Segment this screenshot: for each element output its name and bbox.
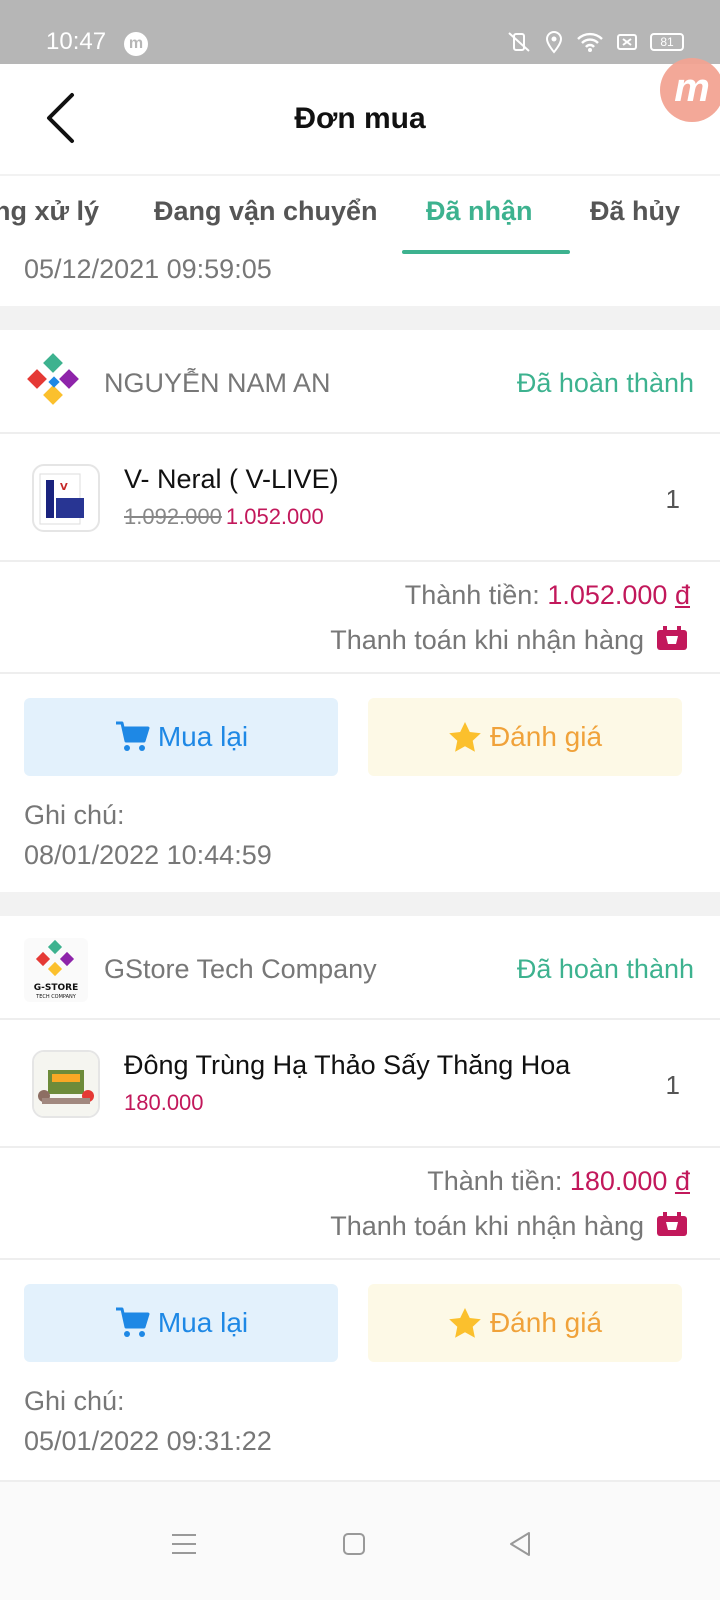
shop-name: GStore Tech Company [104, 954, 377, 984]
currency-symbol: đ [674, 1166, 690, 1196]
previous-order-date: 05/12/2021 09:59:05 [24, 254, 272, 284]
status-icons: 81 [506, 30, 684, 54]
order-total-section: Thành tiền: 1.052.000 đ Thanh toán khi n… [0, 562, 720, 674]
status-bar: 10:47 m 81 [0, 0, 720, 64]
product-price: 180.000 [124, 1090, 204, 1115]
shop-row[interactable]: G-STORE TECH COMPANY GStore Tech Company… [0, 916, 720, 1020]
product-quantity: 1 [665, 484, 680, 514]
shop-name: NGUYỄN NAM AN [104, 368, 331, 398]
total-label: Thành tiền: [404, 580, 540, 610]
star-icon [449, 1308, 481, 1338]
rebuy-button[interactable]: Mua lại [24, 1284, 338, 1362]
svg-text:V: V [60, 482, 68, 493]
home-nav-button[interactable] [334, 1524, 374, 1564]
order-total-section: Thành tiền: 180.000 đ Thanh toán khi nhậ… [0, 1148, 720, 1260]
note-label: Ghi chú: [24, 800, 125, 830]
tab-shipping[interactable]: Đang vận chuyển [154, 196, 378, 227]
shop-logo-text: G-STORE [34, 983, 78, 993]
product-old-price: 1.092.000 [124, 504, 222, 529]
rebuy-label: Mua lại [157, 721, 249, 752]
order-total: Thành tiền: 1.052.000 đ [405, 580, 690, 611]
product-package-image [34, 1052, 98, 1116]
order-status: Đã hoàn thành [516, 954, 694, 984]
review-button[interactable]: Đánh giá [368, 1284, 682, 1362]
payment-method-label: Thanh toán khi nhận hàng [330, 624, 644, 655]
product-thumbnail [32, 1050, 100, 1118]
product-name: Đông Trùng Hạ Thảo Sấy Thăng Hoa [124, 1050, 571, 1080]
review-label: Đánh giá [489, 1307, 603, 1338]
rebuy-button[interactable]: Mua lại [24, 698, 338, 776]
active-tab-indicator [402, 250, 570, 254]
payment-method-label: Thanh toán khi nhận hàng [330, 1210, 644, 1241]
floating-app-logo[interactable]: m [660, 58, 720, 122]
order-status: Đã hoàn thành [516, 368, 694, 398]
shop-logo-icon: G-STORE TECH COMPANY [24, 938, 88, 1002]
product-box-image: V [39, 473, 84, 525]
product-row[interactable]: V V- Neral ( V-LIVE) 1.092.000 1.052.000 … [0, 434, 720, 562]
order-total: Thành tiền: 180.000 đ [427, 1166, 690, 1197]
product-thumbnail: V [32, 464, 100, 532]
total-value: 180.000 [569, 1166, 668, 1196]
status-time: 10:47 [46, 28, 107, 55]
shop-logo-subtext: TECH COMPANY [35, 994, 77, 1000]
section-divider [0, 306, 720, 330]
product-name: V- Neral ( V-LIVE) [124, 464, 339, 494]
total-label: Thành tiền: [427, 1166, 563, 1196]
cart-icon [115, 1307, 150, 1337]
tab-cancelled[interactable]: Đã hủy [590, 196, 680, 227]
page-title: Đơn mua [294, 102, 426, 135]
cart-icon [115, 721, 150, 751]
product-prices: 1.092.000 1.052.000 [124, 504, 324, 530]
product-prices: 180.000 [124, 1090, 204, 1116]
vibrate-off-icon [508, 32, 530, 52]
cash-on-delivery-icon [657, 626, 687, 650]
header: Đơn mua [0, 64, 720, 174]
product-row[interactable]: Đông Trùng Hạ Thảo Sấy Thăng Hoa 180.000… [0, 1020, 720, 1148]
currency-symbol: đ [674, 580, 690, 610]
order-card: G-STORE TECH COMPANY GStore Tech Company… [0, 916, 720, 1480]
section-divider [0, 892, 720, 916]
location-icon [545, 30, 563, 54]
home-square-icon [343, 1533, 365, 1555]
rebuy-label: Mua lại [157, 1307, 249, 1338]
app-notification-icon: m [124, 32, 148, 56]
order-card: NGUYỄN NAM AN Đã hoàn thành V V- Neral (… [0, 330, 720, 892]
battery-indicator: 81 [650, 33, 684, 51]
back-triangle-icon [510, 1532, 530, 1556]
payment-method: Thanh toán khi nhận hàng [330, 1210, 690, 1242]
total-value: 1.052.000 [547, 580, 668, 610]
order-tabs: ng xử lý Đang vận chuyển Đã nhận Đã hủy [0, 174, 720, 254]
menu-icon [172, 1534, 196, 1554]
payment-method: Thanh toán khi nhận hàng [330, 624, 690, 656]
review-button[interactable]: Đánh giá [368, 698, 682, 776]
tab-received[interactable]: Đã nhận [426, 196, 533, 227]
sim-icon [617, 34, 637, 50]
order-date: 08/01/2022 10:44:59 [24, 840, 272, 870]
menu-nav-button[interactable] [164, 1524, 204, 1564]
shop-logo-icon [27, 353, 79, 405]
note-label: Ghi chú: [24, 1386, 125, 1416]
cash-on-delivery-icon [657, 1212, 687, 1236]
review-label: Đánh giá [489, 721, 603, 752]
order-date: 05/01/2022 09:31:22 [24, 1426, 272, 1456]
wifi-icon [577, 32, 603, 52]
back-nav-button[interactable] [500, 1524, 540, 1564]
star-icon [449, 722, 481, 752]
shop-row[interactable]: NGUYỄN NAM AN Đã hoàn thành [0, 330, 720, 434]
tab-processing[interactable]: ng xử lý [0, 196, 99, 227]
product-quantity: 1 [665, 1070, 680, 1100]
product-price: 1.052.000 [225, 504, 324, 529]
system-navigation-bar [0, 1480, 720, 1600]
